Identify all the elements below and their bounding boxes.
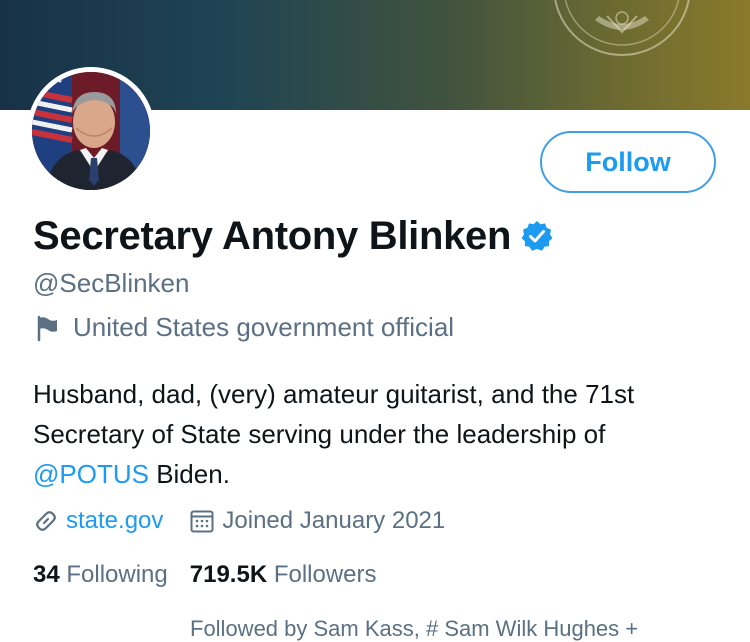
profile-meta: state.gov Joined January 2021	[33, 504, 445, 538]
profile-bio: Husband, dad, (very) amateur guitarist, …	[33, 374, 733, 494]
followers-count: 719.5K	[189, 561, 268, 588]
website-link[interactable]: state.gov	[66, 507, 163, 535]
follow-button[interactable]: Follow	[540, 131, 716, 193]
followers-link[interactable]: 719.5K Followers	[190, 561, 377, 589]
display-name: Secretary Antony Blinken	[33, 213, 512, 258]
profile-photo[interactable]	[32, 72, 150, 190]
bio-line: @POTUS Biden.	[33, 454, 733, 494]
profile-handle: @SecBlinken	[33, 268, 190, 298]
bio-text: Biden.	[148, 459, 230, 489]
following-label: Following	[66, 561, 168, 588]
follow-stats: 34 Following 719.5K Followers	[33, 561, 377, 589]
following-link[interactable]: 34 Following	[33, 561, 168, 589]
bio-line: Husband, dad, (very) amateur guitarist, …	[33, 379, 635, 409]
potus-mention-link[interactable]: @POTUS	[33, 459, 149, 489]
profile-name-row: Secretary Antony Blinken	[33, 212, 553, 260]
state-department-seal-icon	[553, 0, 691, 56]
following-count: 34	[33, 561, 60, 588]
government-label-text: United States government official	[73, 312, 455, 342]
joined-date: Joined January 2021	[222, 507, 446, 534]
flag-icon	[37, 315, 57, 341]
avatar[interactable]	[27, 67, 155, 195]
followed-by-text[interactable]: Followed by Sam Kass, # Sam Wilk Hughes …	[190, 616, 638, 642]
verified-badge-icon	[521, 221, 553, 251]
calendar-icon	[190, 510, 214, 533]
bio-line: Secretary of State serving under the lea…	[33, 419, 606, 449]
link-icon	[36, 511, 56, 531]
followers-label: Followers	[273, 561, 377, 588]
government-label: United States government official	[33, 312, 454, 343]
